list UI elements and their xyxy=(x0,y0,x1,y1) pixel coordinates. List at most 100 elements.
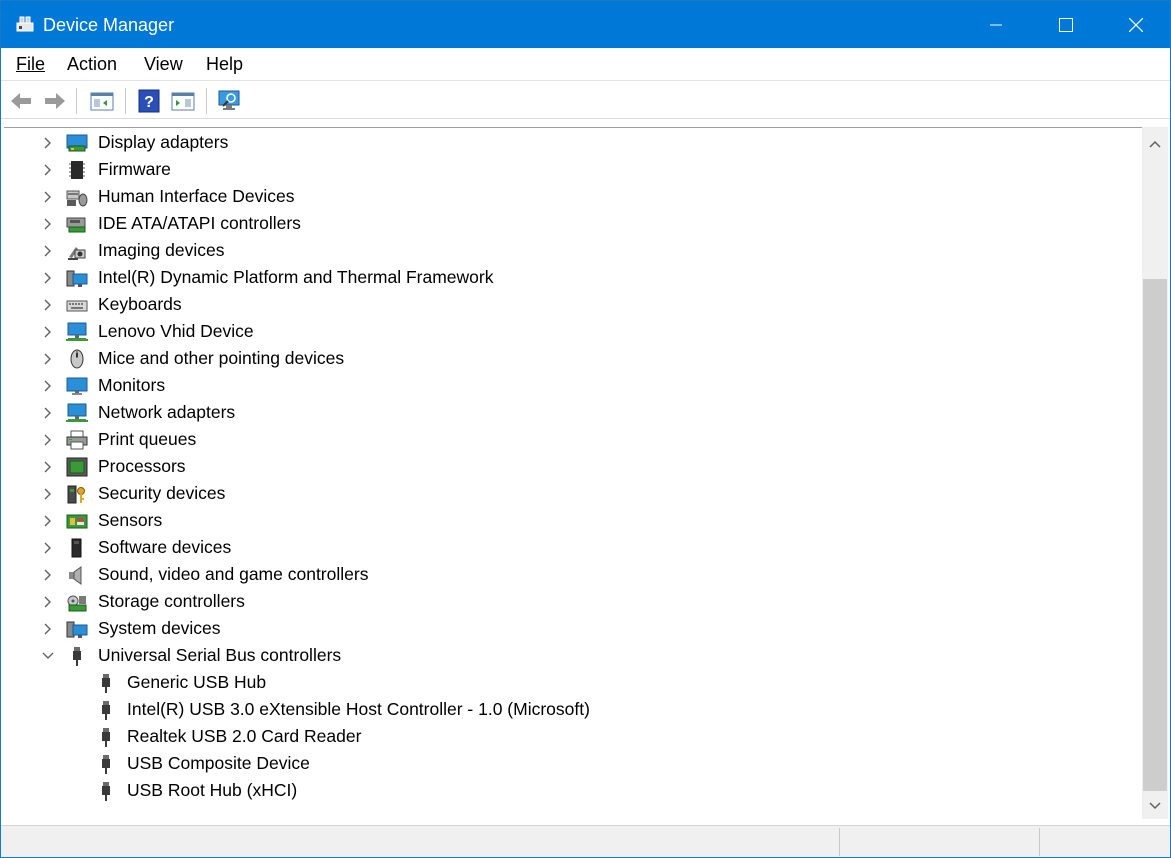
chevron-right-icon[interactable] xyxy=(42,299,54,311)
back-arrow-icon xyxy=(11,93,31,109)
help-button[interactable]: ? xyxy=(136,88,162,114)
tree-category-row[interactable]: Firmware xyxy=(4,156,1142,183)
sensor-icon xyxy=(66,514,88,529)
properties-pane-icon xyxy=(90,92,114,111)
tree-category-label: Display adapters xyxy=(98,132,229,152)
tree-category-row[interactable]: IDE ATA/ATAPI controllers xyxy=(4,210,1142,237)
chevron-right-icon[interactable] xyxy=(42,245,54,257)
tree-category-row[interactable]: Sound, video and game controllers xyxy=(4,561,1142,588)
chevron-right-icon[interactable] xyxy=(42,380,54,392)
scrollbar-thumb[interactable] xyxy=(1143,279,1167,791)
usb-icon xyxy=(102,674,110,693)
system-device-icon xyxy=(66,270,88,287)
chevron-right-icon[interactable] xyxy=(42,434,54,446)
tree-category-label: Software devices xyxy=(98,537,232,557)
chevron-down-icon xyxy=(1149,802,1161,810)
chevron-right-icon[interactable] xyxy=(42,137,54,149)
chevron-right-icon[interactable] xyxy=(42,596,54,608)
title-bar[interactable]: Device Manager xyxy=(1,1,1170,48)
tree-category-row[interactable]: Sensors xyxy=(4,507,1142,534)
chevron-right-icon[interactable] xyxy=(42,488,54,500)
menu-action-label: Action xyxy=(67,54,118,74)
forward-button[interactable] xyxy=(42,88,68,114)
minimize-button[interactable] xyxy=(961,1,1031,48)
tree-category-row[interactable]: Network adapters xyxy=(4,399,1142,426)
chevron-right-icon[interactable] xyxy=(42,164,54,176)
mouse-icon xyxy=(70,349,84,369)
vertical-scrollbar[interactable] xyxy=(1142,127,1168,819)
menu-file[interactable]: File xyxy=(16,54,45,74)
scan-hardware-icon xyxy=(218,90,240,110)
tree-device-row[interactable]: USB Composite Device xyxy=(4,750,1142,777)
status-pane xyxy=(1039,828,1040,856)
chevron-right-icon[interactable] xyxy=(42,218,54,230)
chevron-right-icon[interactable] xyxy=(42,326,54,338)
tree-device-row[interactable]: Intel(R) USB 3.0 eXtensible Host Control… xyxy=(4,696,1142,723)
tree-category-label: Firmware xyxy=(98,159,171,179)
chevron-right-icon[interactable] xyxy=(42,272,54,284)
tree-category-row[interactable]: Security devices xyxy=(4,480,1142,507)
tree-category-label: Universal Serial Bus controllers xyxy=(98,645,342,665)
tree-category-label: Storage controllers xyxy=(98,591,245,611)
tree-category-row[interactable]: Display adapters xyxy=(4,129,1142,156)
tree-category-row[interactable]: Mice and other pointing devices xyxy=(4,345,1142,372)
tree-category-row[interactable]: Software devices xyxy=(4,534,1142,561)
scan-hardware-button[interactable] xyxy=(217,88,243,114)
tree-category-row[interactable]: Processors xyxy=(4,453,1142,480)
tree-category-label: Keyboards xyxy=(98,294,182,314)
tree-category-row[interactable]: Keyboards xyxy=(4,291,1142,318)
tree-device-row[interactable]: Realtek USB 2.0 Card Reader xyxy=(4,723,1142,750)
scroll-up-button[interactable] xyxy=(1142,131,1168,157)
chevron-right-icon[interactable] xyxy=(42,569,54,581)
tree-category-label: Print queues xyxy=(98,429,197,449)
hid-icon xyxy=(66,190,88,207)
menu-view[interactable]: View xyxy=(144,54,183,74)
speaker-icon xyxy=(69,566,82,585)
scroll-down-button[interactable] xyxy=(1142,793,1168,819)
usb-icon xyxy=(102,755,110,774)
tree-category-label: Imaging devices xyxy=(98,240,225,260)
chevron-down-icon[interactable] xyxy=(42,650,54,662)
tree-category-label: Mice and other pointing devices xyxy=(98,348,345,368)
usb-icon xyxy=(102,782,110,801)
toolbar-separator xyxy=(125,88,126,114)
tree-category-row[interactable]: Print queues xyxy=(4,426,1142,453)
chevron-right-icon[interactable] xyxy=(42,407,54,419)
tree-category-row[interactable]: Storage controllers xyxy=(4,588,1142,615)
chevron-right-icon[interactable] xyxy=(42,461,54,473)
close-button[interactable] xyxy=(1101,1,1171,48)
show-hide-tree-button[interactable] xyxy=(89,88,115,114)
svg-text:?: ? xyxy=(144,94,154,111)
storage-controller-icon xyxy=(67,595,87,612)
device-manager-icon xyxy=(16,16,34,32)
tree-category-row[interactable]: Lenovo Vhid Device xyxy=(4,318,1142,345)
tree-device-row[interactable]: Generic USB Hub xyxy=(4,669,1142,696)
menu-action[interactable]: Action xyxy=(67,54,117,74)
menu-help[interactable]: Help xyxy=(206,54,243,74)
printer-icon xyxy=(66,430,88,450)
chevron-right-icon[interactable] xyxy=(42,623,54,635)
tree-category-label: Sound, video and game controllers xyxy=(98,564,369,584)
back-button[interactable] xyxy=(8,88,34,114)
menu-file-label: File xyxy=(16,54,46,74)
maximize-button[interactable] xyxy=(1031,1,1101,48)
tree-device-row[interactable]: USB Root Hub (xHCI) xyxy=(4,777,1142,804)
chevron-right-icon[interactable] xyxy=(42,542,54,554)
tree-category-row[interactable]: Intel(R) Dynamic Platform and Thermal Fr… xyxy=(4,264,1142,291)
tree-category-row[interactable]: Human Interface Devices xyxy=(4,183,1142,210)
toolbar-separator xyxy=(206,88,207,114)
tree-category-row[interactable]: Universal Serial Bus controllers xyxy=(4,642,1142,669)
forward-arrow-icon xyxy=(45,93,65,109)
tree-device-label: Generic USB Hub xyxy=(127,672,267,692)
tree-device-label: USB Composite Device xyxy=(127,753,310,773)
chevron-right-icon[interactable] xyxy=(42,515,54,527)
tree-category-row[interactable]: System devices xyxy=(4,615,1142,642)
chevron-right-icon[interactable] xyxy=(42,191,54,203)
minimize-icon xyxy=(990,24,1002,25)
tree-category-label: Human Interface Devices xyxy=(98,186,295,206)
device-tree[interactable]: Display adapters Firmware Human Interface … xyxy=(4,127,1142,819)
chevron-right-icon[interactable] xyxy=(42,353,54,365)
tree-category-row[interactable]: Monitors xyxy=(4,372,1142,399)
action-pane-button[interactable] xyxy=(170,88,196,114)
tree-category-row[interactable]: Imaging devices xyxy=(4,237,1142,264)
